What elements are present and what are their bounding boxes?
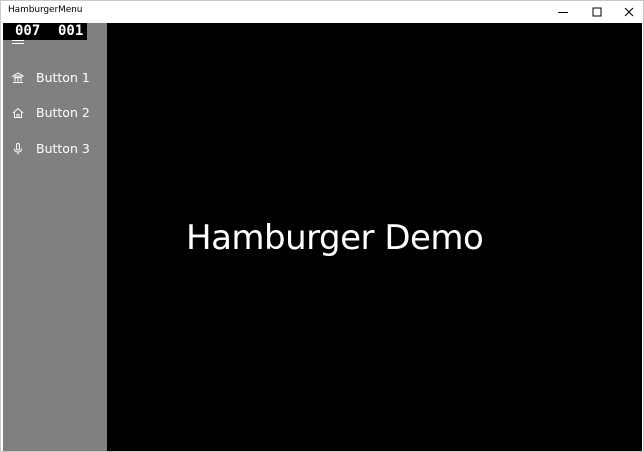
museum-icon	[11, 72, 25, 83]
close-icon	[624, 7, 634, 17]
hamburger-button[interactable]	[12, 40, 26, 48]
counter-value-second: 001	[58, 23, 84, 39]
nav-item-button-2[interactable]: Button 2	[3, 97, 107, 131]
app-window: HamburgerMenu 007 001 Button 1 Button 2 …	[0, 0, 644, 452]
nav-item-button-3[interactable]: Button 3	[3, 133, 107, 167]
minimize-icon	[558, 12, 568, 13]
window-title: HamburgerMenu	[8, 5, 83, 15]
title-bar[interactable]: HamburgerMenu	[1, 1, 643, 23]
hamburger-pane: 007 001 Button 1 Button 2 Button 3	[3, 23, 107, 451]
nav-item-label: Button 1	[36, 70, 90, 85]
maximize-icon	[592, 7, 602, 17]
main-heading: Hamburger Demo	[186, 218, 484, 258]
home-icon	[12, 107, 24, 118]
hamburger-icon-line	[12, 43, 24, 44]
close-button[interactable]	[612, 1, 643, 23]
nav-item-label: Button 3	[36, 141, 90, 156]
hamburger-icon	[12, 40, 24, 41]
microphone-icon	[14, 143, 22, 155]
frame-rate-counter: 007 001	[3, 23, 87, 40]
maximize-button[interactable]	[580, 1, 614, 23]
nav-item-label: Button 2	[36, 105, 90, 120]
counter-value-first: 007	[15, 23, 41, 39]
content-area: 007 001 Button 1 Button 2 Button 3 Hambu…	[3, 23, 642, 451]
nav-item-button-1[interactable]: Button 1	[3, 62, 107, 96]
minimize-button[interactable]	[546, 1, 580, 23]
